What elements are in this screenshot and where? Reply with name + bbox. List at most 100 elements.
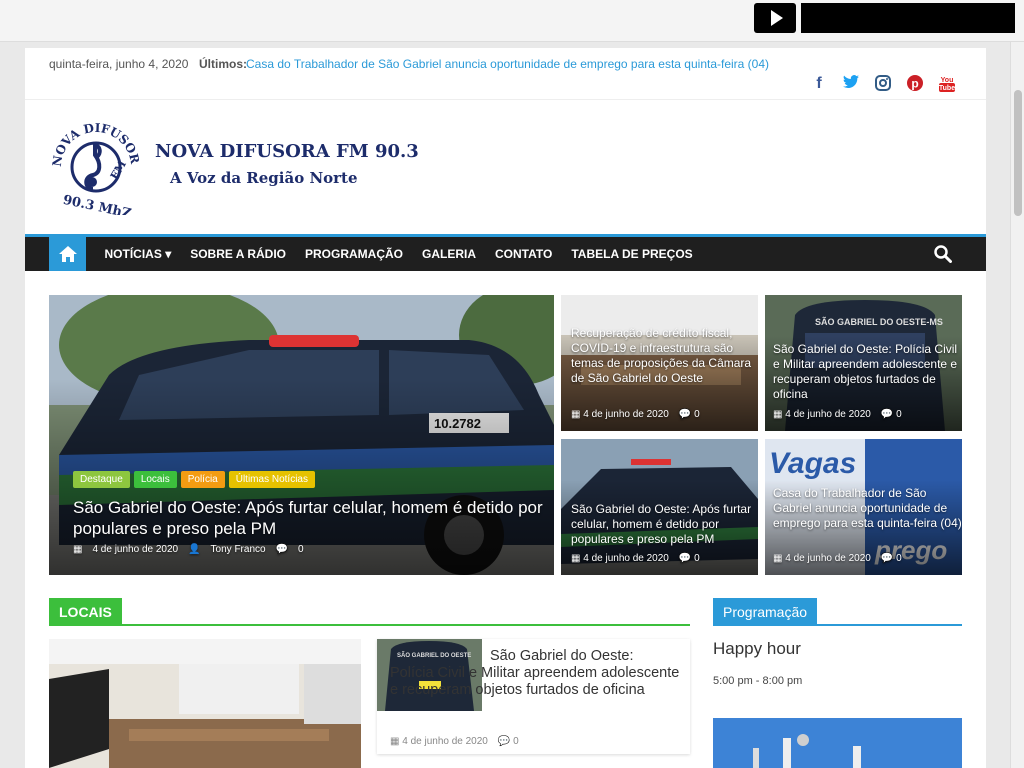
social-links: f p You Tube xyxy=(810,75,956,98)
comment-count[interactable]: 0 xyxy=(694,409,700,420)
city-photo xyxy=(713,718,962,768)
locais-article-meta: ▦ 4 de junho de 2020 💬 0 xyxy=(390,736,519,747)
comment-icon: 💬 xyxy=(678,409,692,420)
nav-item-programacao[interactable]: PROGRAMAÇÃO xyxy=(296,237,413,271)
featured-title-2[interactable]: São Gabriel do Oeste: Polícia Civil e Mi… xyxy=(773,342,958,402)
nav-item-label: NOTÍCIAS xyxy=(104,247,162,261)
nav-item-contato[interactable]: CONTATO xyxy=(486,237,562,271)
nav-item-galeria[interactable]: GALERIA xyxy=(413,237,486,271)
chevron-down-icon: ▾ xyxy=(165,247,172,261)
nav-menu: NOTÍCIAS ▾ SOBRE A RÁDIO PROGRAMAÇÃO GAL… xyxy=(95,237,702,271)
youtube-icon[interactable]: You Tube xyxy=(938,75,956,98)
locais-article-title[interactable]: São Gabriel do Oeste: Polícia Civil e Mi… xyxy=(390,648,680,699)
nav-item-sobre[interactable]: SOBRE A RÁDIO xyxy=(181,237,296,271)
page-container: quinta-feira, junho 4, 2020 Últimos: Cas… xyxy=(25,48,986,768)
calendar-icon: ▦ xyxy=(73,544,83,555)
locais-article-card[interactable]: SÃO GABRIEL DO OESTE São Gabriel do Oest… xyxy=(377,639,690,754)
comment-icon: 💬 xyxy=(497,736,511,747)
page-scrollbar[interactable] xyxy=(1010,42,1024,768)
svg-text:p: p xyxy=(911,77,918,91)
post-date[interactable]: 4 de junho de 2020 xyxy=(583,553,669,564)
instagram-icon[interactable] xyxy=(874,75,892,98)
current-show-name: Happy hour xyxy=(713,639,801,658)
calendar-icon: ▦ xyxy=(390,736,400,747)
post-date[interactable]: 4 de junho de 2020 xyxy=(583,409,669,420)
latest-label: Últimos: xyxy=(199,57,247,71)
svg-text:You: You xyxy=(941,77,954,84)
svg-text:90.3 MhZ: 90.3 MhZ xyxy=(61,193,133,215)
home-icon xyxy=(58,246,77,262)
programacao-image[interactable] xyxy=(713,718,962,768)
player-status-box xyxy=(801,3,1015,33)
audio-player-bar xyxy=(0,0,1024,42)
calendar-icon: ▦ xyxy=(773,553,783,564)
main-navigation: NOTÍCIAS ▾ SOBRE A RÁDIO PROGRAMAÇÃO GAL… xyxy=(25,234,986,271)
site-logo[interactable]: NOVA DIFUSORA FM 90.3 MhZ xyxy=(49,119,143,215)
featured-main-article[interactable]: 10.2782 Destaque Locais Polícia Últimas … xyxy=(49,295,554,575)
featured-meta-2: ▦ 4 de junho de 2020 💬 0 xyxy=(773,409,902,420)
widget-heading-programacao: Programação xyxy=(713,598,962,626)
calendar-icon: ▦ xyxy=(773,409,783,420)
featured-title-1[interactable]: Recuperação de crédito fiscal, COVID-19 … xyxy=(571,326,756,386)
featured-meta-1: ▦ 4 de junho de 2020 💬 0 xyxy=(571,409,700,420)
locais-main-image[interactable] xyxy=(49,639,361,768)
tag-policia[interactable]: Polícia xyxy=(180,471,225,488)
svg-text:FM: FM xyxy=(108,158,129,182)
featured-article-2[interactable]: SÃO GABRIEL DO OESTE-MS São Gabriel do O… xyxy=(765,295,962,431)
svg-text:Tube: Tube xyxy=(939,85,955,92)
post-date[interactable]: 4 de junho de 2020 xyxy=(785,409,871,420)
comment-icon: 💬 xyxy=(678,553,692,564)
site-title[interactable]: NOVA DIFUSORA FM 90.3 xyxy=(155,141,419,162)
twitter-icon[interactable] xyxy=(842,75,860,98)
category-tags: Destaque Locais Polícia Últimas Notícias xyxy=(73,471,315,488)
home-button[interactable] xyxy=(49,237,86,271)
site-header: NOVA DIFUSORA FM 90.3 MhZ NOVA DIFUSORA … xyxy=(25,101,986,233)
tag-destaque[interactable]: Destaque xyxy=(73,471,130,488)
featured-title-3[interactable]: São Gabriel do Oeste: Após furtar celula… xyxy=(571,502,756,547)
post-date[interactable]: 4 de junho de 2020 xyxy=(402,736,488,747)
svg-text:Vagas: Vagas xyxy=(769,447,856,480)
play-icon xyxy=(770,10,783,26)
post-date[interactable]: 4 de junho de 2020 xyxy=(92,544,178,555)
comment-count[interactable]: 0 xyxy=(298,544,304,555)
post-date[interactable]: 4 de junho de 2020 xyxy=(785,553,871,564)
facebook-icon[interactable]: f xyxy=(810,75,828,98)
comment-count[interactable]: 0 xyxy=(694,553,700,564)
calendar-icon: ▦ xyxy=(571,409,581,420)
featured-article-3[interactable]: São Gabriel do Oeste: Após furtar celula… xyxy=(561,439,758,575)
pinterest-icon[interactable]: p xyxy=(906,75,924,98)
search-icon[interactable] xyxy=(934,245,952,263)
user-icon: 👤 xyxy=(188,544,201,555)
current-date: quinta-feira, junho 4, 2020 xyxy=(49,57,189,71)
section-title[interactable]: LOCAIS xyxy=(49,598,122,626)
play-button[interactable] xyxy=(754,3,796,33)
svg-text:SÃO GABRIEL DO OESTE-MS: SÃO GABRIEL DO OESTE-MS xyxy=(815,317,943,327)
comment-icon: 💬 xyxy=(880,409,894,420)
section-heading-locais: LOCAIS xyxy=(49,598,690,626)
featured-main-meta: ▦ 4 de junho de 2020 👤 Tony Franco 💬 0 xyxy=(73,544,304,555)
featured-meta-3: ▦ 4 de junho de 2020 💬 0 xyxy=(571,553,700,564)
latest-news-link[interactable]: Casa do Trabalhador de São Gabriel anunc… xyxy=(246,57,769,71)
nav-item-noticias[interactable]: NOTÍCIAS ▾ xyxy=(95,237,181,271)
calendar-icon: ▦ xyxy=(571,553,581,564)
featured-main-title[interactable]: São Gabriel do Oeste: Após furtar celula… xyxy=(73,497,553,539)
comment-count[interactable]: 0 xyxy=(896,553,902,564)
post-author[interactable]: Tony Franco xyxy=(211,544,266,555)
comment-count[interactable]: 0 xyxy=(896,409,902,420)
widget-title[interactable]: Programação xyxy=(713,598,818,626)
chamber-session-image xyxy=(49,639,361,768)
featured-meta-4: ▦ 4 de junho de 2020 💬 0 xyxy=(773,553,902,564)
current-show-time: 5:00 pm - 8:00 pm xyxy=(713,675,803,687)
scroll-thumb[interactable] xyxy=(1014,90,1022,216)
comment-icon: 💬 xyxy=(275,544,289,555)
featured-title-4[interactable]: Casa do Trabalhador de São Gabriel anunc… xyxy=(773,486,962,531)
tag-locais[interactable]: Locais xyxy=(133,471,177,488)
featured-article-1[interactable]: Recuperação de crédito fiscal, COVID-19 … xyxy=(561,295,758,431)
featured-article-4[interactable]: Vagas prego Casa do Trabalhador de São G… xyxy=(765,439,962,575)
comment-count[interactable]: 0 xyxy=(513,736,519,747)
tag-ultimas[interactable]: Últimas Notícias xyxy=(228,471,315,488)
nav-item-tabela[interactable]: TABELA DE PREÇOS xyxy=(562,237,702,271)
site-tagline: A Voz da Região Norte xyxy=(170,169,358,187)
comment-icon: 💬 xyxy=(880,553,894,564)
top-bar: quinta-feira, junho 4, 2020 Últimos: Cas… xyxy=(25,48,986,100)
